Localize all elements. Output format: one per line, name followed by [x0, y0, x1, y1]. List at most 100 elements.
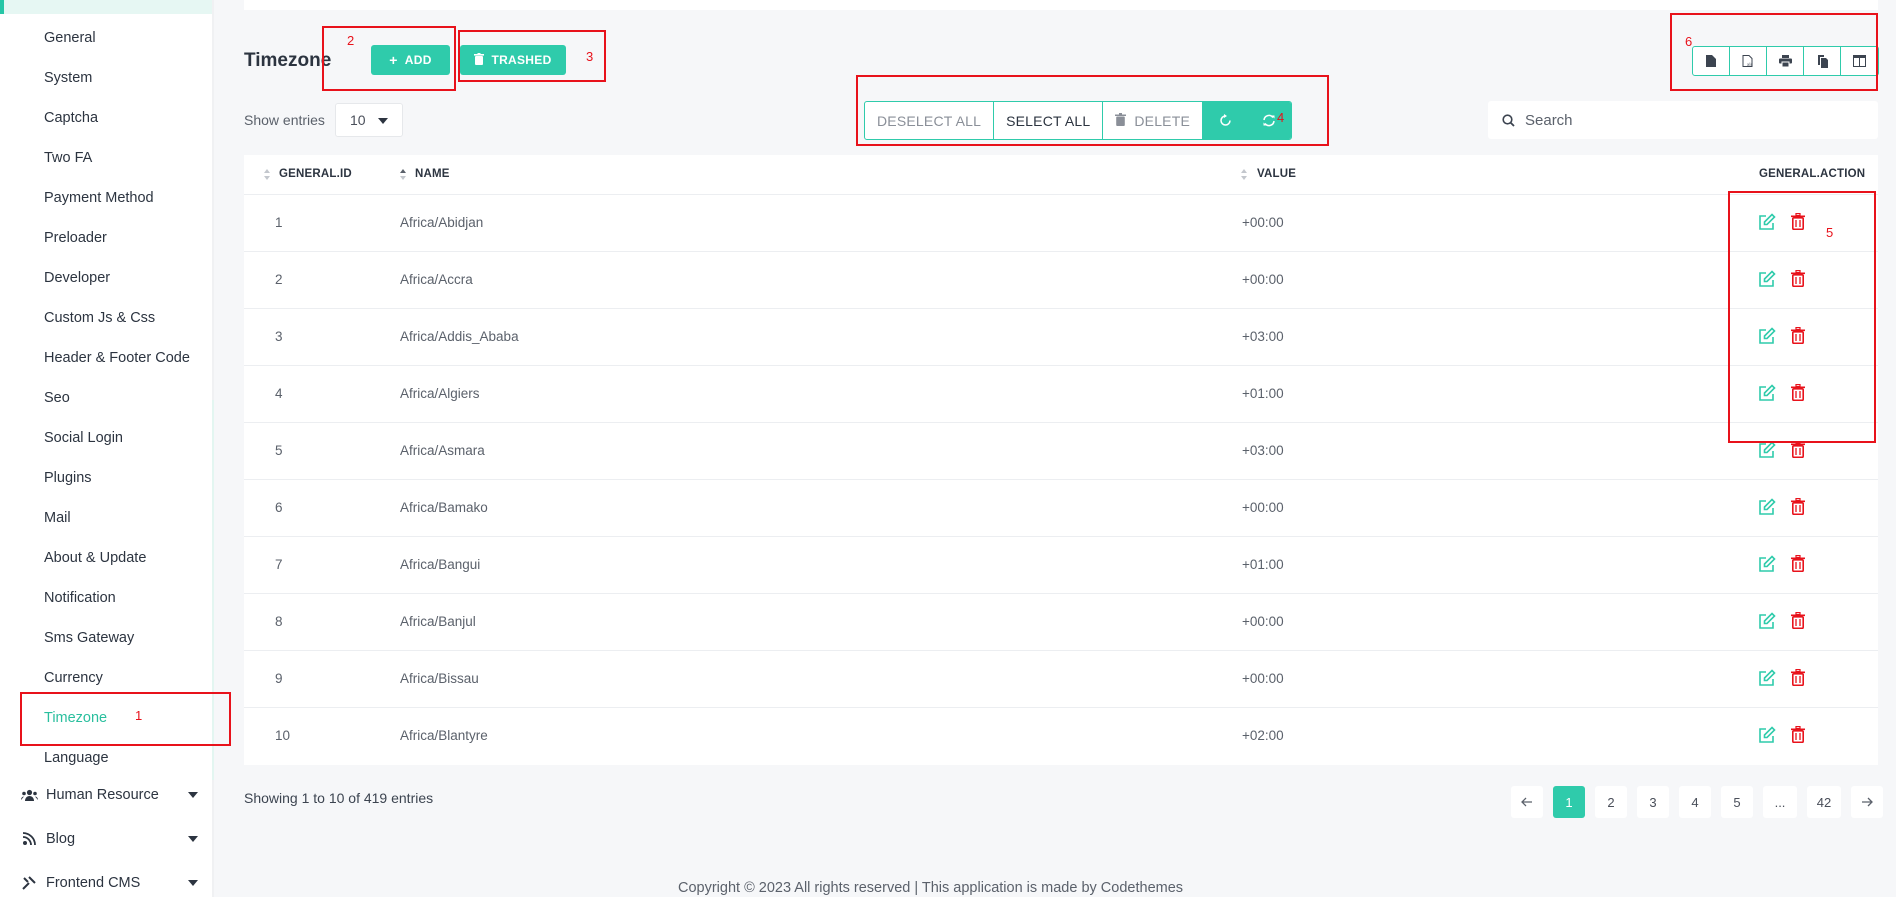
table-row[interactable]: 6 Africa/Bamako +00:00 [244, 480, 1878, 537]
sidebar-item-sms-gateway[interactable]: Sms Gateway [44, 630, 134, 646]
sidebar-item-notification[interactable]: Notification [44, 590, 116, 606]
annotation-number-4: 4 [1277, 110, 1285, 125]
prev-page-button[interactable] [1511, 786, 1543, 818]
edit-icon[interactable] [1758, 555, 1776, 573]
page-button-4[interactable]: 4 [1679, 786, 1711, 818]
col-header-name[interactable]: NAME [415, 168, 450, 180]
cell-value: +03:00 [1242, 329, 1284, 344]
page-button-2[interactable]: 2 [1595, 786, 1627, 818]
next-page-button[interactable] [1851, 786, 1883, 818]
delete-icon[interactable] [1791, 668, 1807, 687]
sidebar-item-currency[interactable]: Currency [44, 670, 103, 686]
search-box [1488, 101, 1878, 139]
sidebar-active-parent[interactable] [0, 0, 214, 14]
edit-icon[interactable] [1758, 498, 1776, 516]
search-icon [1502, 113, 1515, 127]
show-entries-label: Show entries [244, 112, 325, 128]
table-header: GENERAL.ID NAME VALUE GENERAL.ACTION [244, 155, 1878, 195]
sidebar-item-language[interactable]: Language [44, 750, 109, 766]
table-row[interactable]: 2 Africa/Accra +00:00 [244, 252, 1878, 309]
cell-value: +00:00 [1242, 215, 1284, 230]
cell-value: +00:00 [1242, 614, 1284, 629]
sidebar-item-plugins[interactable]: Plugins [44, 470, 92, 486]
page-button-5[interactable]: 5 [1721, 786, 1753, 818]
table-row[interactable]: 10 Africa/Blantyre +02:00 [244, 708, 1878, 765]
delete-icon[interactable] [1791, 440, 1807, 459]
search-input[interactable] [1525, 111, 1855, 129]
page-button-1[interactable]: 1 [1553, 786, 1585, 818]
sidebar-group-label: Blog [46, 831, 76, 847]
cell-id: 8 [275, 614, 283, 629]
sidebar-item-developer[interactable]: Developer [44, 270, 110, 286]
annotation-box-5 [1728, 191, 1876, 443]
sidebar-item-custom-js-css[interactable]: Custom Js & Css [44, 310, 155, 326]
cell-name: Africa/Bamako [400, 500, 488, 515]
page-button-42[interactable]: 42 [1807, 786, 1841, 818]
table-row[interactable]: 5 Africa/Asmara +03:00 [244, 423, 1878, 480]
delete-icon[interactable] [1791, 554, 1807, 573]
sort-icon[interactable] [1241, 169, 1247, 181]
pagination: 1 2 3 4 5... 42 [1511, 786, 1883, 818]
copyright: Copyright © 2023 All rights reserved | T… [678, 880, 1184, 896]
cell-name: Africa/Blantyre [400, 728, 488, 743]
annotation-box-6 [1670, 13, 1878, 91]
edit-icon[interactable] [1758, 726, 1776, 744]
page-button-3[interactable]: 3 [1637, 786, 1669, 818]
sidebar-item-mail[interactable]: Mail [44, 510, 71, 526]
cell-value: +00:00 [1242, 671, 1284, 686]
table-row[interactable]: 9 Africa/Bissau +00:00 [244, 651, 1878, 708]
sidebar-item-payment-method[interactable]: Payment Method [44, 190, 154, 206]
col-header-value[interactable]: VALUE [1257, 168, 1296, 180]
table-row[interactable]: 8 Africa/Banjul +00:00 [244, 594, 1878, 651]
sidebar-item-preloader[interactable]: Preloader [44, 230, 107, 246]
timezone-table: GENERAL.ID NAME VALUE GENERAL.ACTION 1 Af… [244, 155, 1878, 765]
sidebar-scrollbar[interactable] [212, 0, 214, 897]
sidebar-item-header-footer-code[interactable]: Header & Footer Code [44, 350, 190, 366]
edit-icon[interactable] [1758, 612, 1776, 630]
sidebar-item-social-login[interactable]: Social Login [44, 430, 123, 446]
sidebar-item-general[interactable]: General [44, 30, 96, 46]
cell-value: +01:00 [1242, 557, 1284, 572]
edit-icon[interactable] [1758, 441, 1776, 459]
annotation-box-1 [20, 692, 231, 746]
sidebar-item-about-update[interactable]: About & Update [44, 550, 146, 566]
sort-asc-icon[interactable] [400, 169, 406, 181]
table-row[interactable]: 1 Africa/Abidjan +00:00 [244, 195, 1878, 252]
annotation-number-1: 1 [135, 708, 143, 723]
chevron-down-icon [378, 118, 388, 124]
sidebar-item-captcha[interactable]: Captcha [44, 110, 98, 126]
tools-icon [20, 875, 38, 891]
sidebar-group-human-resource[interactable]: Human Resource [20, 787, 198, 803]
entries-select[interactable]: 10 [335, 103, 403, 137]
delete-icon[interactable] [1791, 611, 1807, 630]
cell-id: 4 [275, 386, 283, 401]
chevron-down-icon [188, 836, 198, 842]
delete-icon[interactable] [1791, 725, 1807, 744]
table-row[interactable]: 7 Africa/Bangui +01:00 [244, 537, 1878, 594]
table-row[interactable]: 4 Africa/Algiers +01:00 [244, 366, 1878, 423]
table-row[interactable]: 3 Africa/Addis_Ababa +03:00 [244, 309, 1878, 366]
sidebar-item-two-fa[interactable]: Two FA [44, 150, 92, 166]
cell-name: Africa/Banjul [400, 614, 476, 629]
annotation-number-3: 3 [586, 49, 594, 64]
sidebar-item-seo[interactable]: Seo [44, 390, 70, 406]
header-card [244, 0, 1878, 10]
cell-name: Africa/Addis_Ababa [400, 329, 519, 344]
sidebar-group-frontend-cms[interactable]: Frontend CMS [20, 875, 198, 891]
showing-entries: Showing 1 to 10 of 419 entries [244, 790, 434, 806]
cell-value: +03:00 [1242, 443, 1284, 458]
sidebar-item-system[interactable]: System [44, 70, 92, 86]
annotation-number-5: 5 [1826, 225, 1834, 240]
col-header-action: GENERAL.ACTION [1759, 168, 1866, 180]
sort-icon[interactable] [264, 169, 270, 181]
delete-icon[interactable] [1791, 497, 1807, 516]
cell-id: 2 [275, 272, 283, 287]
annotation-number-2: 2 [347, 33, 355, 48]
page-title: Timezone [244, 50, 332, 71]
annotation-number-6: 6 [1685, 34, 1693, 49]
edit-icon[interactable] [1758, 669, 1776, 687]
sidebar-group-blog[interactable]: Blog [20, 831, 198, 847]
col-header-id[interactable]: GENERAL.ID [279, 168, 352, 180]
cell-name: Africa/Abidjan [400, 215, 484, 230]
cell-id: 3 [275, 329, 283, 344]
